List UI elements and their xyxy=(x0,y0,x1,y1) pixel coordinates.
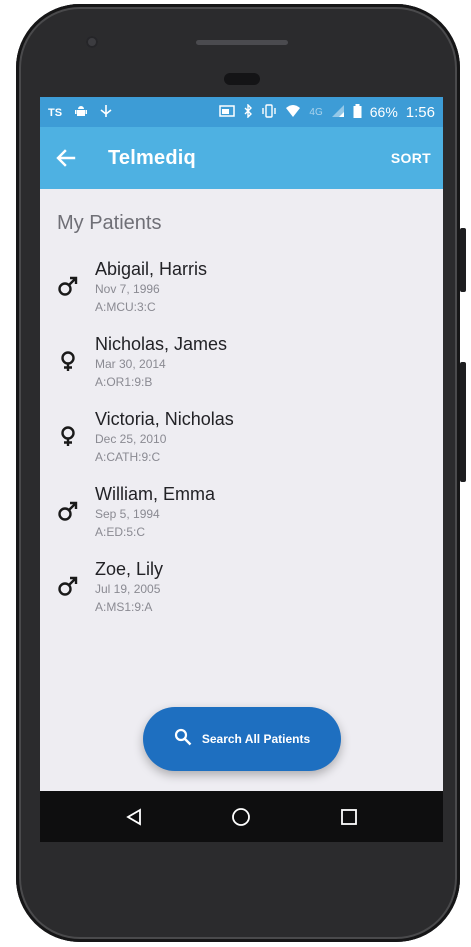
network-type: 4G xyxy=(309,106,323,118)
usb-icon xyxy=(98,104,114,120)
male-icon xyxy=(57,275,79,297)
patient-dob: Sep 5, 1994 xyxy=(95,507,160,521)
app-title: Telmediq xyxy=(108,146,196,169)
patient-dob: Dec 25, 2010 xyxy=(95,432,167,446)
svg-text:TS: TS xyxy=(48,107,62,118)
circle-home-icon xyxy=(232,807,251,826)
patient-name: Zoe, Lily xyxy=(95,559,164,579)
screen: TS 4G 66% 1:56 Telmediq SORT My Patients… xyxy=(40,97,443,842)
female-icon xyxy=(57,425,79,447)
patient-location-code: A:MCU:3:C xyxy=(95,300,156,314)
patient-dob: Jul 19, 2005 xyxy=(95,582,161,596)
vibrate-icon xyxy=(261,104,277,120)
power-button xyxy=(460,228,466,292)
patient-name: Abigail, Harris xyxy=(95,259,208,279)
patient-row-victoria-nicholas[interactable]: Victoria, Nicholas Dec 25, 2010 A:CATH:9… xyxy=(40,408,443,483)
wifi-icon xyxy=(285,104,301,120)
triangle-back-icon xyxy=(126,807,141,826)
patient-dob: Nov 7, 1996 xyxy=(95,282,160,296)
speaker-grille xyxy=(196,40,288,45)
nav-back-button[interactable] xyxy=(114,797,154,837)
patient-location-code: A:OR1:9:B xyxy=(95,375,153,389)
patient-location-code: A:MS1:9:A xyxy=(95,600,153,614)
patient-name: Nicholas, James xyxy=(95,334,228,354)
patient-row-nicholas-james[interactable]: Nicholas, James Mar 30, 2014 A:OR1:9:B xyxy=(40,333,443,408)
bluetooth-icon xyxy=(243,103,253,120)
patient-location-code: A:ED:5:C xyxy=(95,525,146,539)
android-icon xyxy=(74,104,88,120)
earpiece xyxy=(224,73,260,85)
nav-home-button[interactable] xyxy=(221,797,261,837)
nav-recents-button[interactable] xyxy=(329,797,369,837)
female-icon xyxy=(57,350,79,372)
signal-icon xyxy=(331,104,345,120)
male-icon xyxy=(57,575,79,597)
back-button[interactable] xyxy=(40,127,92,189)
cast-icon xyxy=(219,104,236,120)
patient-dob: Mar 30, 2014 xyxy=(95,357,166,371)
battery-percent: 66% xyxy=(369,104,398,120)
sort-button[interactable]: SORT xyxy=(391,150,431,166)
arrow-left-icon xyxy=(56,149,76,167)
app-bar: Telmediq SORT xyxy=(40,127,443,189)
patient-row-zoe-lily[interactable]: Zoe, Lily Jul 19, 2005 A:MS1:9:A xyxy=(40,558,443,633)
section-title: My Patients xyxy=(57,212,162,234)
patient-name: William, Emma xyxy=(95,484,215,504)
clock: 1:56 xyxy=(405,103,435,121)
patient-name: Victoria, Nicholas xyxy=(95,409,234,429)
ts-icon: TS xyxy=(48,104,64,120)
search-all-patients-button[interactable]: Search All Patients xyxy=(143,707,341,771)
search-icon xyxy=(174,728,192,751)
square-recents-icon xyxy=(341,808,358,825)
front-camera xyxy=(86,36,98,48)
patient-location-code: A:CATH:9:C xyxy=(95,450,161,464)
patient-list: Abigail, Harris Nov 7, 1996 A:MCU:3:C Ni… xyxy=(40,258,443,633)
search-all-patients-label: Search All Patients xyxy=(201,732,311,746)
system-nav-bar xyxy=(40,791,443,842)
battery-icon xyxy=(353,104,362,120)
volume-button xyxy=(460,362,466,482)
patient-row-abigail-harris[interactable]: Abigail, Harris Nov 7, 1996 A:MCU:3:C xyxy=(40,258,443,333)
patient-row-william-emma[interactable]: William, Emma Sep 5, 1994 A:ED:5:C xyxy=(40,483,443,558)
status-bar: TS 4G 66% 1:56 xyxy=(40,97,443,127)
male-icon xyxy=(57,500,79,522)
